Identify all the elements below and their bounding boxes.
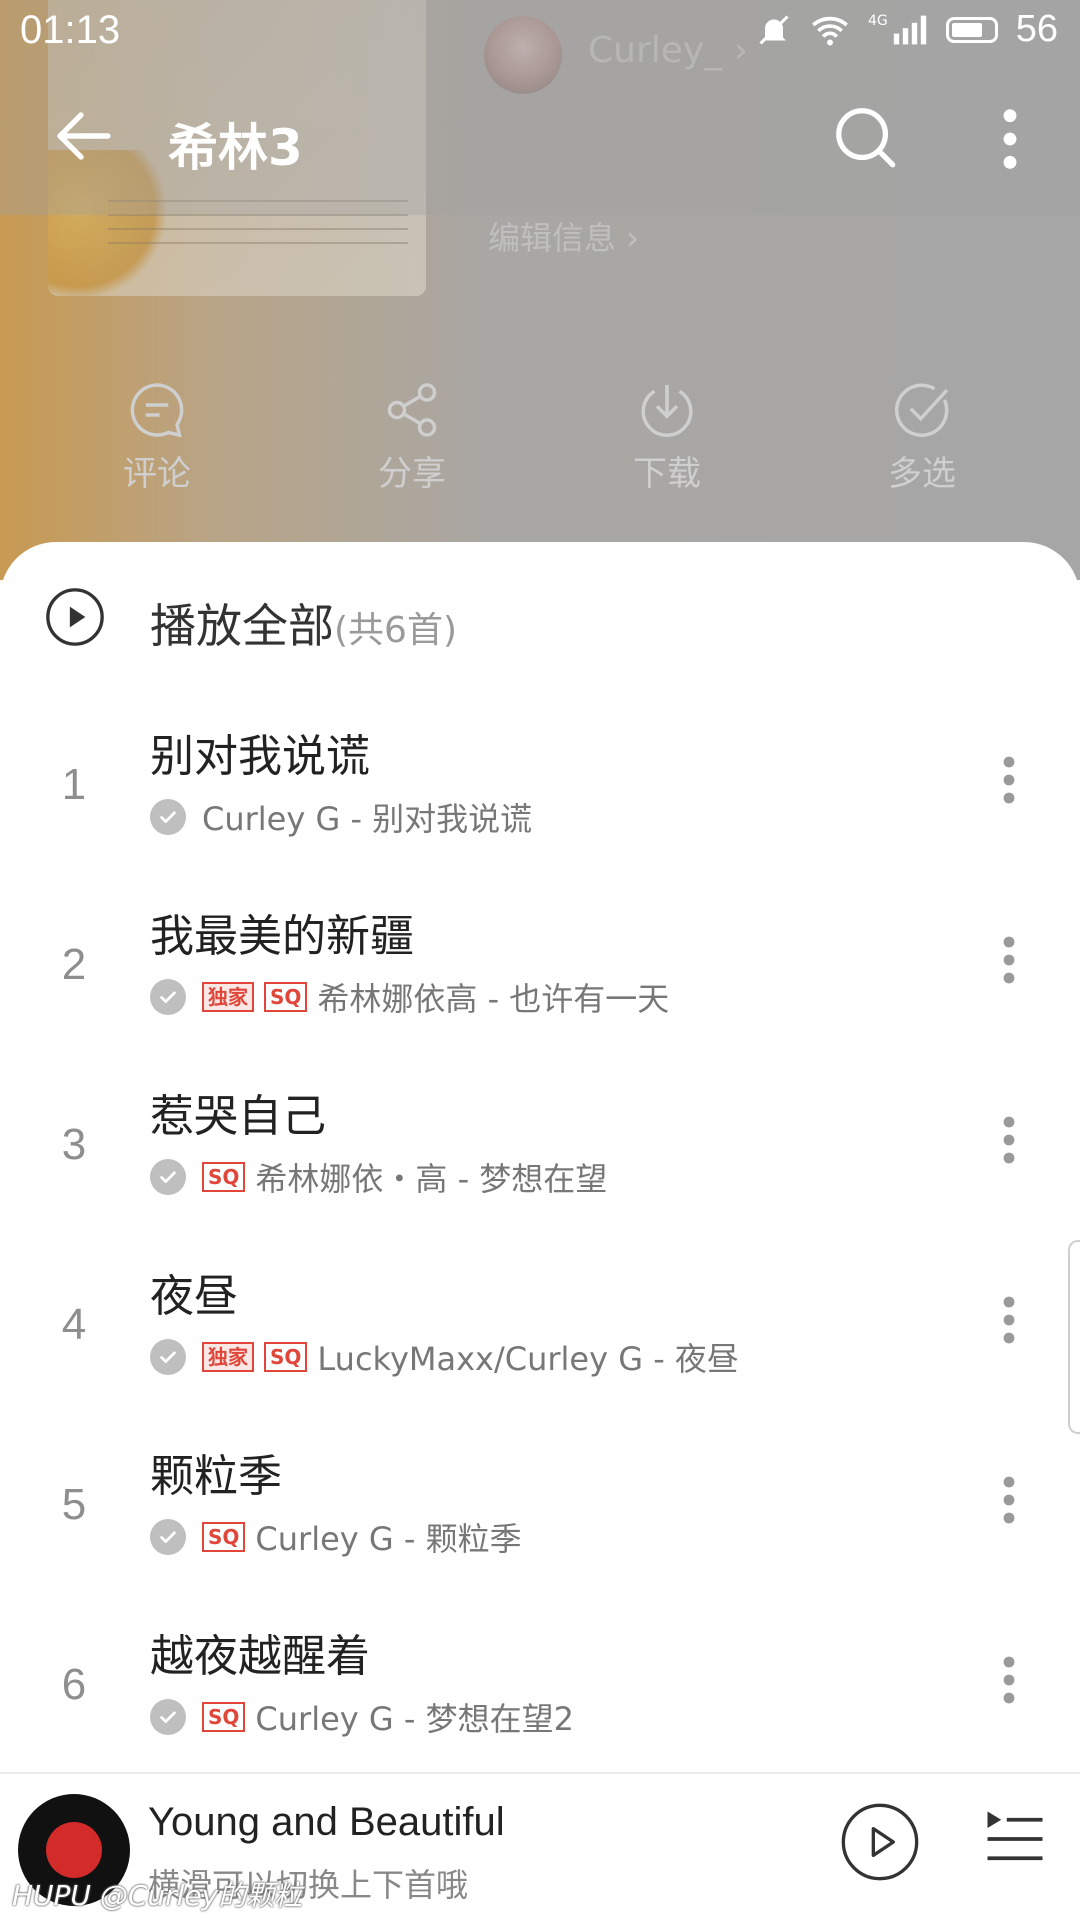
more-vertical-icon[interactable] [990,104,1030,174]
wifi-icon [812,16,848,45]
sq-badge: SQ [202,1522,246,1552]
play-icon[interactable] [840,1802,920,1882]
comment-button[interactable]: 评论 [77,380,237,495]
battery-level: 56 [1015,8,1058,50]
song-meta: Curley G - 别对我说谎 [150,794,532,840]
comment-label: 评论 [123,454,191,494]
song-row[interactable]: 6 越夜越醒着 SQ Curley G - 梦想在望2 [0,1610,1080,1780]
song-artist-album: Curley G - 颗粒季 [255,1520,522,1558]
song-row[interactable]: 5 颗粒季 SQ Curley G - 颗粒季 [0,1430,1080,1600]
status-icons: 4G 56 [756,8,1058,51]
multiselect-label: 多选 [888,454,956,494]
downloaded-check-icon [150,1159,186,1195]
song-meta: 独家 SQ 希林娜依高 - 也许有一天 [150,974,669,1020]
exclusive-badge: 独家 [202,982,254,1012]
song-number: 5 [61,1480,87,1529]
downloaded-check-icon [150,979,186,1015]
exclusive-badge: 独家 [202,1342,254,1372]
song-meta: SQ Curley G - 梦想在望2 [150,1694,574,1740]
downloaded-check-icon [150,1339,186,1375]
multiselect-icon [894,383,949,437]
downloaded-check-icon [150,799,186,835]
status-bar: 01:13 4G 56 [0,0,1080,60]
song-artist-album: 希林娜依・高 - 梦想在望 [255,1160,608,1198]
now-playing-title: Young and Beautiful [148,1800,505,1844]
download-icon [641,385,693,437]
song-more-icon[interactable] [1000,1290,1018,1350]
share-icon [387,383,437,437]
status-time: 01:13 [20,8,121,52]
back-arrow-icon[interactable] [48,100,120,172]
song-number: 2 [61,940,87,989]
network-type: 4G [867,12,888,29]
song-number: 3 [61,1120,87,1169]
download-label: 下载 [633,454,701,494]
song-row[interactable]: 3 惹哭自己 SQ 希林娜依・高 - 梦想在望 [0,1070,1080,1240]
song-title: 越夜越醒着 [150,1631,370,1682]
search-icon[interactable] [830,102,900,172]
playlist-icon[interactable] [982,1806,1048,1872]
song-more-icon[interactable] [1000,750,1018,810]
song-row[interactable]: 4 夜昼 独家 SQ LuckyMaxx/Curley G - 夜昼 [0,1250,1080,1420]
sq-badge: SQ [202,1702,246,1732]
sq-badge: SQ [264,982,308,1012]
song-row[interactable]: 2 我最美的新疆 独家 SQ 希林娜依高 - 也许有一天 [0,890,1080,1060]
song-artist-album: Curley G - 梦想在望2 [255,1700,574,1738]
play-all-icon[interactable] [44,586,106,648]
play-all-button[interactable]: 播放全部(共6首) [150,590,457,656]
staff-line [108,228,408,230]
play-all-count: (共6首) [334,610,457,651]
action-bar: 评论 分享 下载 多选 [0,380,1080,500]
song-title: 我最美的新疆 [150,911,414,962]
song-number: 4 [61,1300,87,1349]
downloaded-check-icon [150,1519,186,1555]
staff-line [108,242,408,244]
signal-icon [893,15,926,44]
edit-info-text: 编辑信息 [488,219,617,257]
song-more-icon[interactable] [1000,1650,1018,1710]
song-title: 别对我说谎 [150,731,370,782]
song-title: 颗粒季 [150,1451,282,1502]
scrollbar[interactable] [1068,1240,1080,1434]
sq-badge: SQ [202,1162,246,1192]
edit-info-link[interactable]: 编辑信息 › [488,213,639,259]
download-button[interactable]: 下载 [587,380,747,495]
mute-bell-icon [759,14,789,45]
playlist-header: Curley_ › 编辑信息 › 01:13 4G 56 希林3 评论 分享 下… [0,0,1080,580]
comment-icon [130,383,184,438]
song-meta: 独家 SQ LuckyMaxx/Curley G - 夜昼 [150,1334,739,1380]
song-title: 夜昼 [150,1271,238,1322]
song-more-icon[interactable] [1000,1470,1018,1530]
song-meta: SQ 希林娜依・高 - 梦想在望 [150,1154,607,1200]
song-more-icon[interactable] [1000,1110,1018,1170]
song-meta: SQ Curley G - 颗粒季 [150,1514,522,1560]
play-all-label: 播放全部 [150,599,334,653]
watermark: HUPU @Curley的颗粒 [12,1879,303,1912]
share-button[interactable]: 分享 [332,380,492,495]
song-row[interactable]: 1 别对我说谎 Curley G - 别对我说谎 [0,710,1080,880]
downloaded-check-icon [150,1699,186,1735]
song-more-icon[interactable] [1000,930,1018,990]
battery-icon [945,16,998,43]
song-number: 6 [61,1660,87,1709]
page-title: 希林3 [168,119,303,177]
song-title: 惹哭自己 [150,1091,326,1142]
share-label: 分享 [378,454,446,494]
song-artist-album: LuckyMaxx/Curley G - 夜昼 [317,1340,739,1378]
song-number: 1 [61,760,87,809]
song-artist-album: Curley G - 别对我说谎 [202,800,533,838]
multiselect-button[interactable]: 多选 [842,380,1002,495]
sq-badge: SQ [264,1342,308,1372]
song-artist-album: 希林娜依高 - 也许有一天 [317,980,670,1018]
